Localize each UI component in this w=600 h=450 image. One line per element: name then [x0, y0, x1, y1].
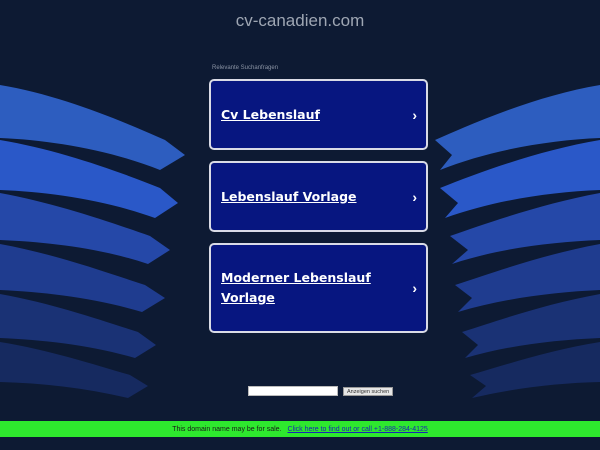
- related-searches-label: Relevante Suchanfragen: [212, 65, 279, 71]
- domain-sale-text: This domain name may be for sale.: [172, 425, 282, 433]
- related-link-label[interactable]: Cv Lebenslauf: [221, 105, 391, 125]
- parked-domain-page: cv-canadien.com Relevante Suchanfragen C…: [0, 0, 600, 450]
- related-link-moderner-lebenslauf-vorlage[interactable]: Moderner Lebenslauf Vorlage ›: [209, 243, 428, 333]
- related-link-label[interactable]: Lebenslauf Vorlage: [221, 187, 391, 207]
- search-form: Anzeigen suchen: [248, 386, 394, 396]
- chevron-right-icon: ›: [412, 106, 417, 123]
- search-input[interactable]: [248, 386, 338, 396]
- search-button[interactable]: Anzeigen suchen: [343, 386, 394, 396]
- chevron-right-icon: ›: [412, 280, 417, 296]
- site-title: cv-canadien.com: [235, 11, 365, 30]
- domain-sale-banner: This domain name may be for sale. Click …: [0, 421, 600, 437]
- chevron-right-icon: ›: [412, 188, 417, 205]
- related-link-lebenslauf-vorlage[interactable]: Lebenslauf Vorlage ›: [209, 161, 428, 232]
- related-link-cv-lebenslauf[interactable]: Cv Lebenslauf ›: [209, 79, 428, 150]
- related-link-label[interactable]: Moderner Lebenslauf Vorlage: [221, 268, 391, 308]
- domain-sale-link[interactable]: Click here to find out or call +1-888-28…: [288, 426, 428, 433]
